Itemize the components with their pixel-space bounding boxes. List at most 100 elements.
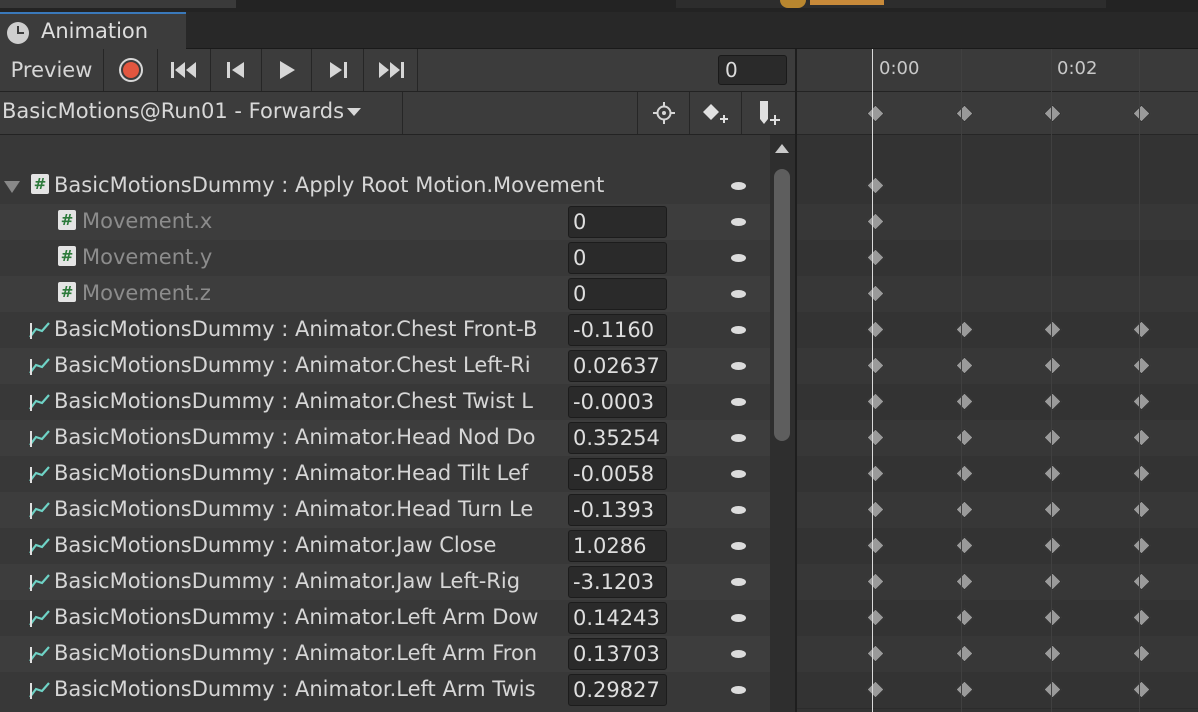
keyframe[interactable] (866, 212, 885, 231)
next-key-button[interactable] (312, 49, 364, 91)
keyframe[interactable] (866, 356, 885, 375)
keyframe[interactable] (1043, 644, 1062, 663)
property-value-field[interactable]: 0 (568, 242, 667, 274)
property-value-field[interactable]: 0.35254 (568, 422, 667, 454)
keyframe[interactable] (1132, 320, 1151, 339)
summary-keyframe[interactable] (955, 104, 974, 123)
dopesheet-row[interactable] (797, 168, 1198, 205)
property-options-icon[interactable] (731, 290, 746, 298)
property-row[interactable]: BasicMotionsDummy : Animator.Head Nod Do… (0, 420, 770, 456)
keyframe[interactable] (866, 644, 885, 663)
property-value-field[interactable]: 0 (568, 278, 667, 310)
property-value-field[interactable]: -3.1203 (568, 566, 667, 598)
dopesheet-row[interactable] (797, 276, 1198, 313)
keyframe[interactable] (866, 608, 885, 627)
dopesheet-row[interactable] (797, 348, 1198, 385)
summary-keyframe[interactable] (1043, 104, 1062, 123)
first-key-button[interactable] (158, 49, 211, 91)
property-options-icon[interactable] (731, 650, 746, 658)
keyframe[interactable] (866, 680, 885, 699)
keyframe[interactable] (955, 464, 974, 483)
property-options-icon[interactable] (731, 182, 746, 190)
tab-animation[interactable]: Animation (0, 12, 186, 49)
keyframe[interactable] (1043, 428, 1062, 447)
property-options-icon[interactable] (731, 506, 746, 514)
property-row[interactable]: BasicMotionsDummy : Animator.Chest Left-… (0, 348, 770, 384)
property-row[interactable]: BasicMotionsDummy : Animator.Jaw Close 1.… (0, 528, 770, 564)
keyframe[interactable] (1043, 608, 1062, 627)
property-options-icon[interactable] (731, 398, 746, 406)
property-value-field[interactable]: 0.02637 (568, 350, 667, 382)
property-row[interactable]: BasicMotionsDummy : Animator.Chest Front… (0, 312, 770, 348)
property-options-icon[interactable] (731, 218, 746, 226)
property-row[interactable]: # Movement.x 0 (0, 204, 770, 240)
scrollbar-thumb[interactable] (774, 169, 790, 441)
keyframe[interactable] (1132, 608, 1151, 627)
record-button[interactable] (104, 49, 158, 91)
clip-dropdown[interactable]: BasicMotions@Run01 - Forwards (0, 92, 403, 134)
scroll-up-arrow-icon[interactable] (775, 144, 789, 153)
dopesheet-row[interactable] (797, 384, 1198, 421)
keyframe[interactable] (1132, 644, 1151, 663)
keyframe[interactable] (1043, 320, 1062, 339)
property-row[interactable]: BasicMotionsDummy : Animator.Head Turn L… (0, 492, 770, 528)
property-value-field[interactable]: -0.0003 (568, 386, 667, 418)
property-value-field[interactable]: -0.0058 (568, 458, 667, 490)
fold-triangle-icon[interactable] (4, 181, 20, 193)
add-event-button[interactable] (741, 92, 793, 134)
dopesheet-row[interactable] (797, 564, 1198, 601)
keyframe[interactable] (1132, 500, 1151, 519)
dopesheet-row[interactable] (797, 528, 1198, 565)
property-options-icon[interactable] (731, 686, 746, 694)
dopesheet-row[interactable] (797, 636, 1198, 673)
property-options-icon[interactable] (731, 470, 746, 478)
dopesheet-row[interactable] (797, 456, 1198, 493)
dopesheet[interactable]: 0:00 0:02 (795, 49, 1198, 712)
keyframe[interactable] (866, 500, 885, 519)
add-keyframe-button[interactable] (689, 92, 741, 134)
keyframe[interactable] (866, 176, 885, 195)
keyframe[interactable] (1043, 572, 1062, 591)
property-row[interactable]: BasicMotionsDummy : Animator.Chest Twist… (0, 384, 770, 420)
keyframe[interactable] (866, 428, 885, 447)
play-button[interactable] (262, 49, 312, 91)
property-value-field[interactable]: 0.13703 (568, 638, 667, 670)
keyframe[interactable] (1132, 428, 1151, 447)
property-options-icon[interactable] (731, 542, 746, 550)
keyframe[interactable] (866, 320, 885, 339)
summary-keyframe[interactable] (1132, 104, 1151, 123)
property-list-scrollbar[interactable] (770, 135, 795, 712)
property-row[interactable]: BasicMotionsDummy : Animator.Head Tilt L… (0, 456, 770, 492)
property-row[interactable]: # BasicMotionsDummy : Apply Root Motion.M… (0, 168, 770, 204)
keyframe[interactable] (1043, 680, 1062, 699)
preview-button[interactable]: Preview (0, 49, 104, 91)
property-row[interactable]: BasicMotionsDummy : Animator.Left Arm Tw… (0, 672, 770, 708)
property-value-field[interactable]: 0.29827 (568, 674, 667, 706)
property-row[interactable]: # Movement.z 0 (0, 276, 770, 312)
property-options-icon[interactable] (731, 254, 746, 262)
keyframe[interactable] (1132, 680, 1151, 699)
property-row[interactable]: BasicMotionsDummy : Animator.Left Arm Fr… (0, 636, 770, 672)
keyframe[interactable] (1043, 536, 1062, 555)
keyframe[interactable] (1043, 392, 1062, 411)
summary-keyframe[interactable] (866, 104, 885, 123)
property-options-icon[interactable] (731, 578, 746, 586)
keyframe[interactable] (955, 392, 974, 411)
keyframe[interactable] (955, 536, 974, 555)
frame-input[interactable]: 0 (718, 55, 787, 85)
dopesheet-row[interactable] (797, 492, 1198, 529)
property-value-field[interactable]: 0.14243 (568, 602, 667, 634)
keyframe[interactable] (866, 572, 885, 591)
property-row[interactable]: BasicMotionsDummy : Animator.Left Arm Do… (0, 600, 770, 636)
keyframe[interactable] (955, 320, 974, 339)
property-value-field[interactable]: 1.0286 (568, 530, 667, 562)
keyframe[interactable] (1132, 464, 1151, 483)
property-row[interactable]: # Movement.y 0 (0, 240, 770, 276)
property-row[interactable]: BasicMotionsDummy : Animator.Jaw Left-Ri… (0, 564, 770, 600)
keyframe[interactable] (866, 464, 885, 483)
playhead-line[interactable] (872, 49, 873, 712)
keyframe[interactable] (955, 356, 974, 375)
dopesheet-row[interactable] (797, 204, 1198, 241)
previous-key-button[interactable] (211, 49, 262, 91)
property-options-icon[interactable] (731, 614, 746, 622)
